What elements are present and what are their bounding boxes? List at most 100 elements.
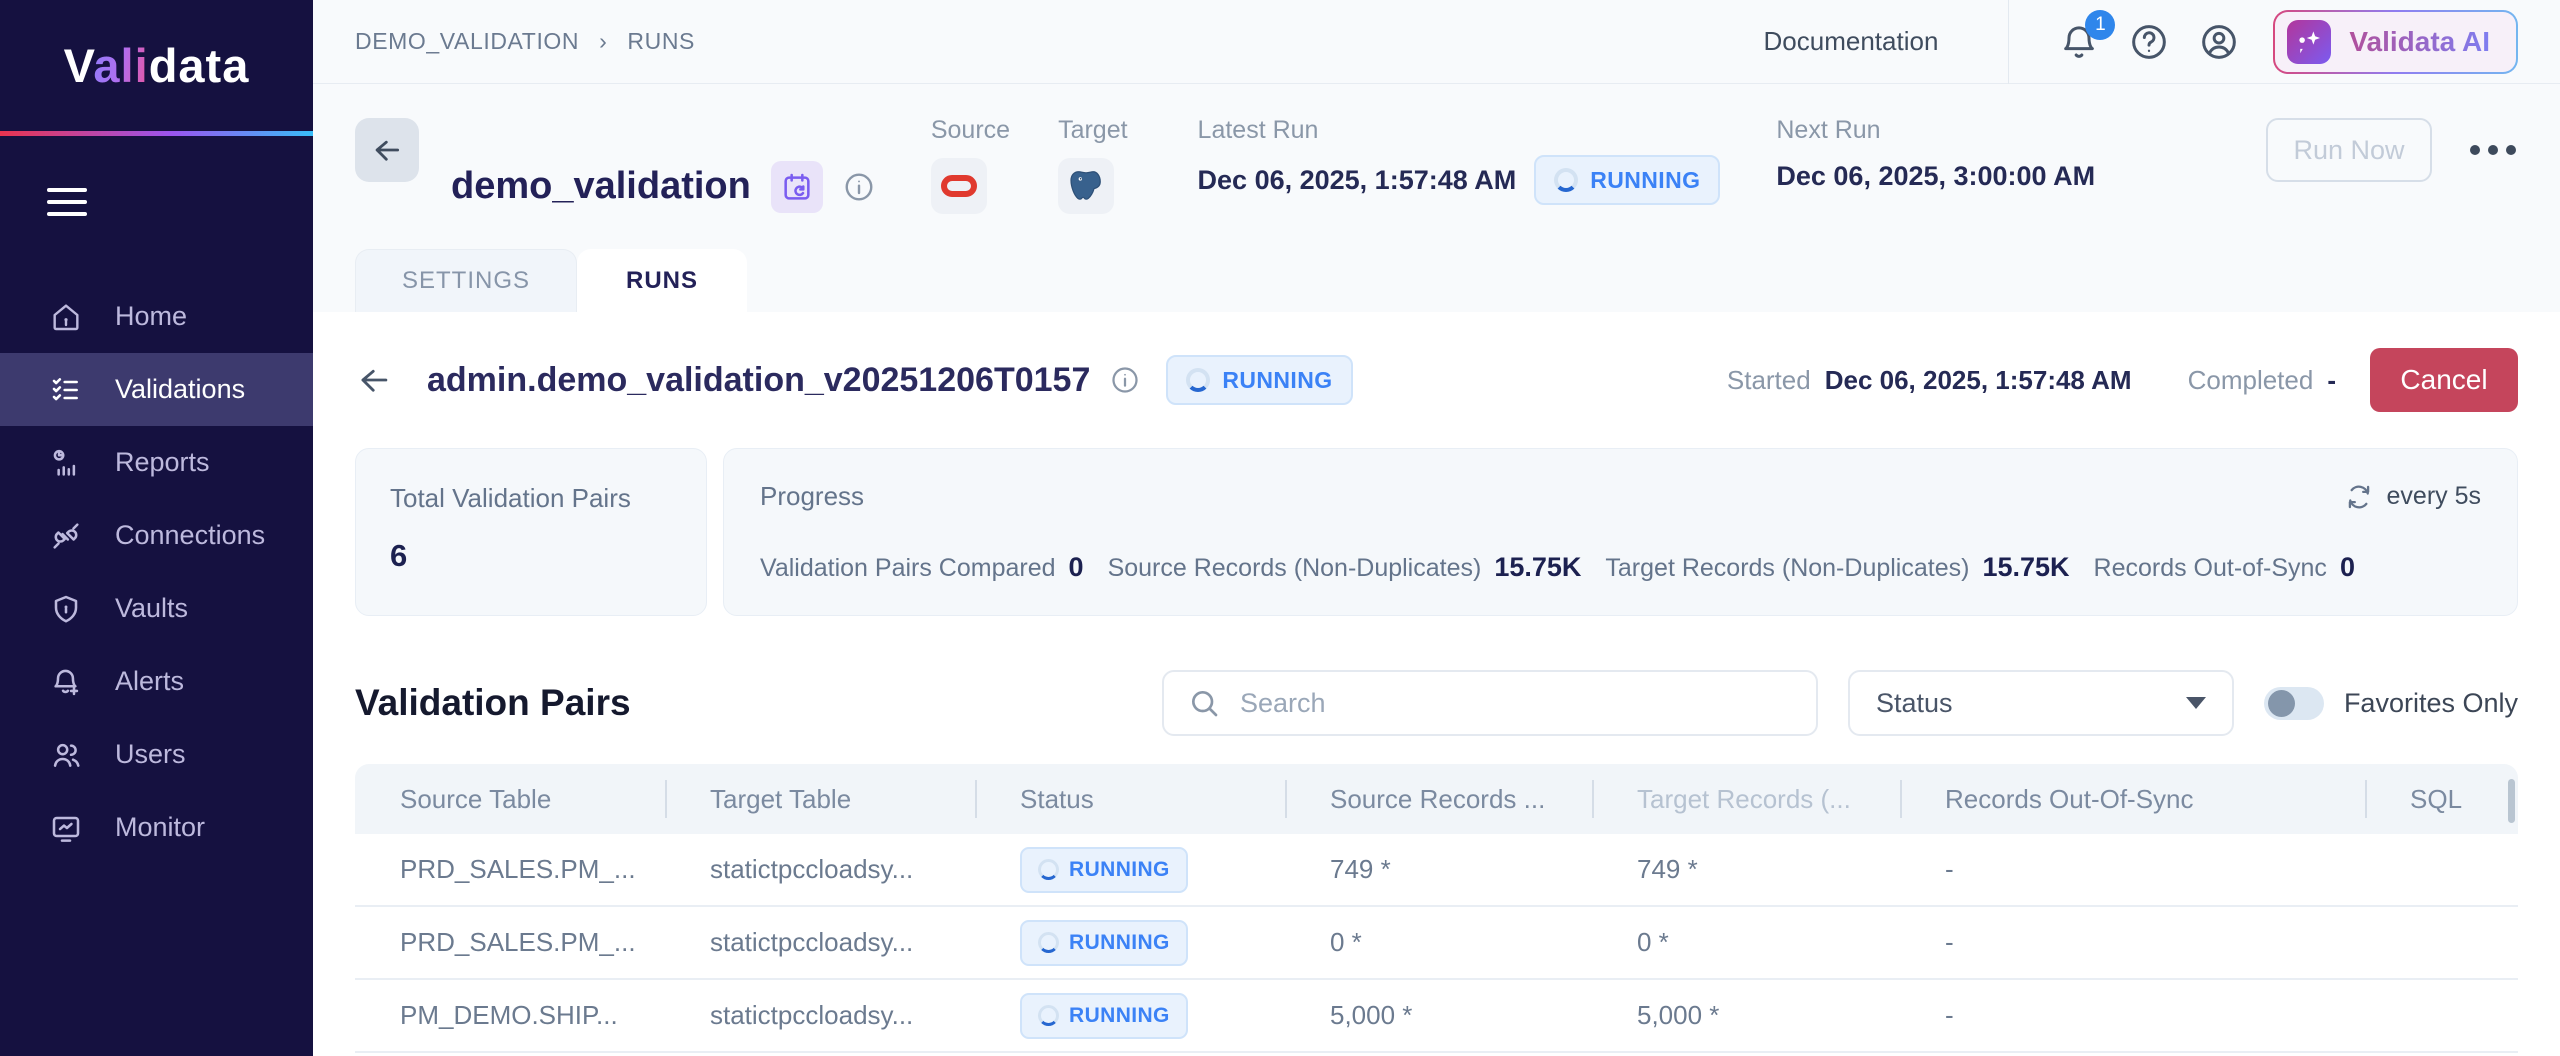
sidebar-item-vaults[interactable]: Vaults	[0, 572, 313, 645]
next-run-value: Dec 06, 2025, 3:00:00 AM	[1776, 161, 2095, 192]
cell-out-of-sync: -	[1900, 927, 2365, 958]
run-detail-header: admin.demo_validation_v20251206T0157 RUN…	[355, 312, 2518, 412]
schedule-button[interactable]	[771, 161, 823, 213]
sidebar-item-connections[interactable]: Connections	[0, 499, 313, 572]
cell-source-records: 749 *	[1285, 854, 1592, 885]
sidebar-item-home[interactable]: Home	[0, 280, 313, 353]
target-connection: Target	[1058, 116, 1127, 249]
runs-content: admin.demo_validation_v20251206T0157 RUN…	[313, 312, 2560, 1056]
started-value: Dec 06, 2025, 1:57:48 AM	[1825, 365, 2132, 396]
summary-cards: Total Validation Pairs 6 Progress every …	[355, 448, 2518, 616]
stat-label: Records Out-of-Sync	[2094, 554, 2327, 583]
documentation-link[interactable]: Documentation	[1764, 26, 1939, 57]
more-options-icon[interactable]	[2468, 135, 2518, 165]
run-now-button[interactable]: Run Now	[2266, 118, 2432, 182]
breadcrumb-separator: ›	[599, 28, 607, 55]
started-label: Started	[1727, 365, 1811, 396]
status-filter-label: Status	[1876, 688, 1953, 719]
table-scrollbar-thumb[interactable]	[2508, 779, 2515, 823]
latest-run-status-badge: RUNNING	[1534, 155, 1720, 205]
chevron-down-icon	[2186, 697, 2206, 709]
total-pairs-value: 6	[390, 538, 672, 574]
run-title: admin.demo_validation_v20251206T0157	[427, 361, 1090, 400]
spinner-icon	[1554, 168, 1578, 192]
spinner-icon	[1186, 368, 1210, 392]
cell-source-records: 5,000 *	[1285, 1000, 1592, 1031]
progress-stats: Validation Pairs Compared0 Source Record…	[760, 552, 2481, 583]
back-button[interactable]	[355, 118, 419, 182]
sidebar-item-validations[interactable]: Validations	[0, 353, 313, 426]
report-chart-icon	[50, 447, 82, 479]
notification-count-badge: 1	[2085, 10, 2115, 40]
postgresql-icon	[1058, 158, 1114, 214]
cell-source-table: PRD_SALES.PM_...	[355, 854, 665, 885]
cell-status: RUNNING	[975, 993, 1285, 1039]
tab-bar: SETTINGS RUNS	[313, 249, 2560, 312]
sidebar-item-label: Users	[115, 739, 186, 770]
cell-source-records: 0 *	[1285, 927, 1592, 958]
stat-value: 15.75K	[1982, 552, 2069, 583]
column-records-out-of-sync: Records Out-Of-Sync	[1900, 764, 2365, 834]
run-info-icon[interactable]	[1110, 365, 1140, 395]
sidebar-item-label: Connections	[115, 520, 265, 551]
validation-pairs-header: Validation Pairs Status Favorites Only	[355, 670, 2518, 736]
favorites-toggle-group: Favorites Only	[2264, 687, 2518, 720]
search-input[interactable]	[1240, 688, 1792, 719]
validata-ai-button[interactable]: Validata AI	[2273, 10, 2518, 74]
validation-pairs-table: Source Table Target Table Status Source …	[355, 764, 2518, 1053]
run-back-button[interactable]	[355, 360, 395, 400]
run-meta: Source Target Latest Run Dec 06, 2025, 1…	[931, 84, 2095, 249]
ai-button-label: Validata AI	[2349, 26, 2490, 58]
stat-value: 15.75K	[1494, 552, 1581, 583]
table-row[interactable]: PRD_SALES.PM_... statictpccloadsy... RUN…	[355, 834, 2518, 907]
stat-label: Validation Pairs Compared	[760, 554, 1056, 583]
latest-run-value: Dec 06, 2025, 1:57:48 AM	[1198, 165, 1517, 196]
info-icon[interactable]	[843, 171, 875, 203]
row-status-badge: RUNNING	[1020, 847, 1188, 893]
home-icon	[50, 301, 82, 333]
app-logo: Validata	[0, 0, 313, 131]
breadcrumb-item-validation[interactable]: DEMO_VALIDATION	[355, 28, 579, 55]
stat-label: Target Records (Non-Duplicates)	[1605, 554, 1969, 583]
cell-out-of-sync: -	[1900, 854, 2365, 885]
plug-icon	[50, 520, 82, 552]
favorites-only-toggle[interactable]	[2264, 687, 2324, 720]
topbar: DEMO_VALIDATION › RUNS Documentation 1 V…	[313, 0, 2560, 84]
table-row[interactable]: PM_DEMO.SHIP... statictpccloadsy... RUNN…	[355, 980, 2518, 1053]
monitor-icon	[50, 812, 82, 844]
latest-run-label: Latest Run	[1198, 116, 1721, 145]
status-filter-select[interactable]: Status	[1848, 670, 2234, 736]
cell-status: RUNNING	[975, 847, 1285, 893]
refresh-interval-label: every 5s	[2387, 482, 2481, 511]
sidebar-item-users[interactable]: Users	[0, 718, 313, 791]
topbar-divider	[2008, 0, 2009, 84]
cell-out-of-sync: -	[1900, 1000, 2365, 1031]
validation-header: demo_validation Source Target Latest Run…	[313, 84, 2560, 249]
hamburger-menu-icon[interactable]	[47, 188, 87, 216]
checklist-icon	[50, 374, 82, 406]
sidebar-item-label: Vaults	[115, 593, 188, 624]
row-status-badge: RUNNING	[1020, 993, 1188, 1039]
column-status: Status	[975, 764, 1285, 834]
tab-settings[interactable]: SETTINGS	[355, 249, 577, 312]
sidebar-item-alerts[interactable]: Alerts	[0, 645, 313, 718]
stat-value: 0	[2340, 552, 2355, 583]
tab-runs[interactable]: RUNS	[577, 249, 747, 312]
table-row[interactable]: PRD_SALES.PM_... statictpccloadsy... RUN…	[355, 907, 2518, 980]
breadcrumb-item-runs[interactable]: RUNS	[627, 28, 695, 55]
cell-source-table: PRD_SALES.PM_...	[355, 927, 665, 958]
cancel-button[interactable]: Cancel	[2370, 348, 2518, 412]
sidebar-item-monitor[interactable]: Monitor	[0, 791, 313, 864]
validation-pairs-title: Validation Pairs	[355, 682, 631, 724]
notifications-button[interactable]: 1	[2059, 22, 2099, 62]
logo-text: V	[64, 39, 94, 92]
refresh-interval: every 5s	[2345, 482, 2481, 511]
sidebar-item-reports[interactable]: Reports	[0, 426, 313, 499]
cell-target-records: 0 *	[1592, 927, 1900, 958]
next-run-label: Next Run	[1776, 116, 2095, 145]
column-source-table: Source Table	[355, 764, 665, 834]
stat-value: 0	[1069, 552, 1084, 583]
account-icon[interactable]	[2199, 22, 2239, 62]
help-icon[interactable]	[2129, 22, 2169, 62]
cell-source-table: PM_DEMO.SHIP...	[355, 1000, 665, 1031]
